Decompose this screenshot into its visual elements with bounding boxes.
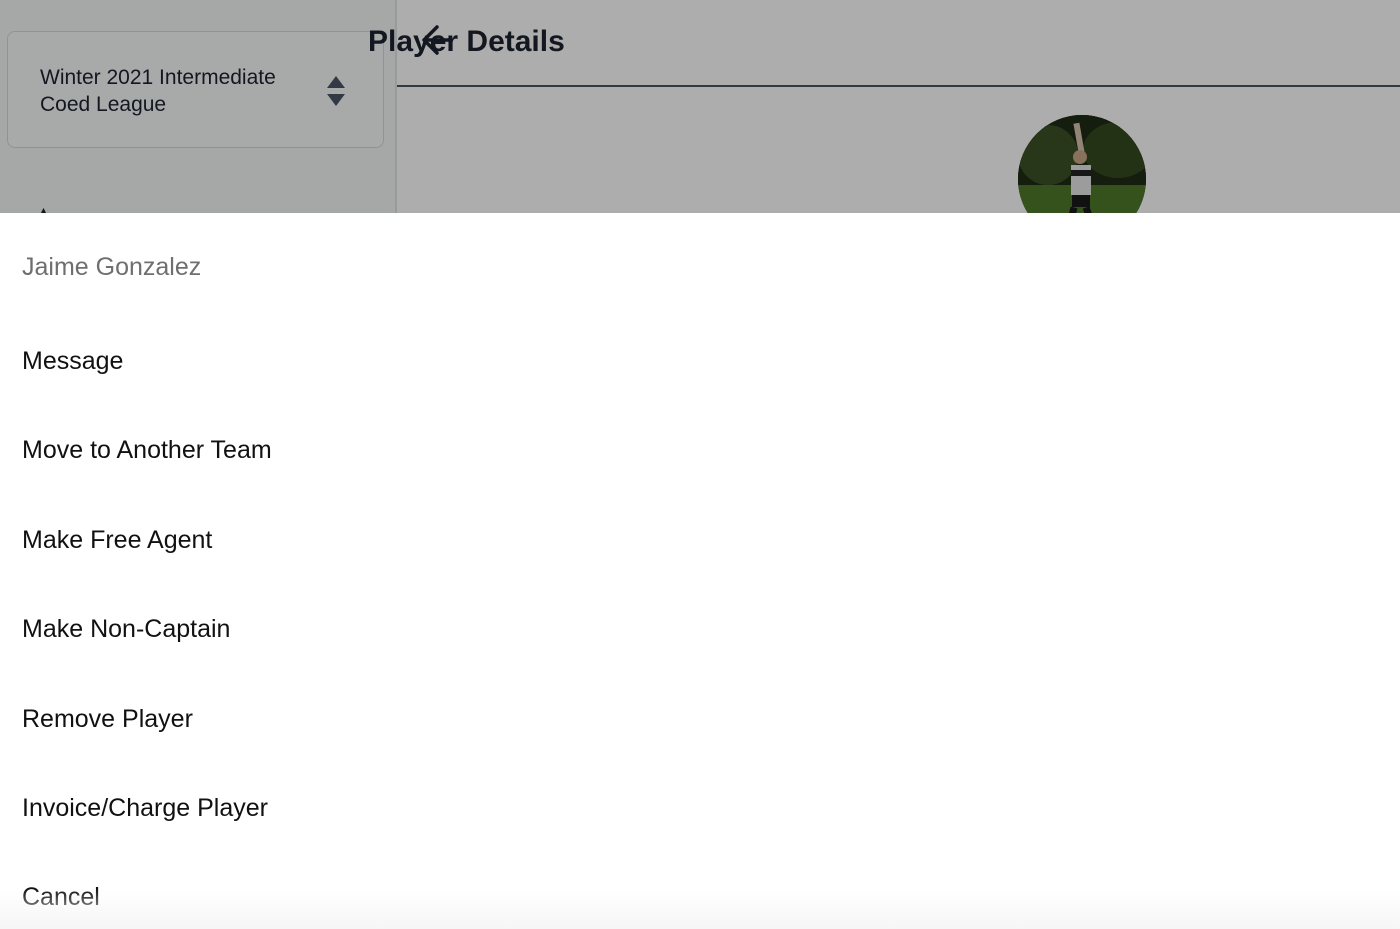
sheet-bottom-shadow <box>0 889 1400 929</box>
action-sheet: Jaime Gonzalez Message Move to Another T… <box>0 213 1400 929</box>
option-label: Message <box>22 347 124 375</box>
message-option[interactable]: Message <box>0 317 1400 406</box>
option-label: Invoice/Charge Player <box>22 794 268 822</box>
make-non-captain-option[interactable]: Make Non-Captain <box>0 585 1400 674</box>
option-label: Move to Another Team <box>22 436 272 464</box>
background-app: Winter 2021 Intermediate Coed League ▴ P… <box>0 0 1400 213</box>
option-label: Make Free Agent <box>22 526 213 554</box>
make-free-agent-option[interactable]: Make Free Agent <box>0 496 1400 585</box>
option-label: Make Non-Captain <box>22 615 231 643</box>
option-label: Remove Player <box>22 705 193 733</box>
app-root: Winter 2021 Intermediate Coed League ▴ P… <box>0 0 1400 929</box>
modal-backdrop[interactable] <box>0 0 1400 213</box>
move-to-another-team-option[interactable]: Move to Another Team <box>0 406 1400 495</box>
remove-player-option[interactable]: Remove Player <box>0 675 1400 764</box>
invoice-charge-player-option[interactable]: Invoice/Charge Player <box>0 764 1400 853</box>
action-sheet-title: Jaime Gonzalez <box>22 253 202 281</box>
